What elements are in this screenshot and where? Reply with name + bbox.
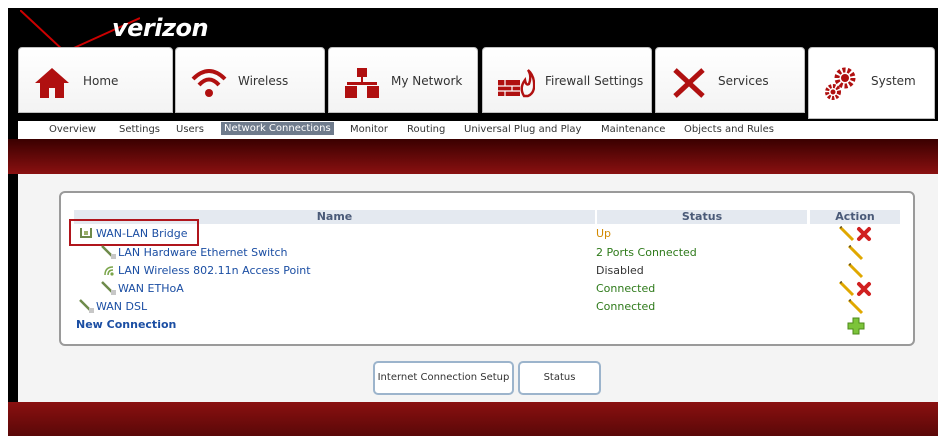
- footer-band: [8, 402, 938, 436]
- ethernet-cable-icon: [101, 245, 116, 259]
- subtab-settings[interactable]: Settings: [119, 124, 160, 135]
- header-band: [8, 139, 938, 174]
- verizon-logo: verizon: [112, 14, 209, 42]
- status-wan-dsl: Connected: [596, 300, 656, 313]
- ethernet-cable-icon: [79, 299, 94, 313]
- tab-services-label: Services: [718, 74, 769, 88]
- gears-icon: [825, 67, 856, 100]
- status-wan-ethoa: Connected: [596, 282, 656, 295]
- tab-wireless[interactable]: Wireless: [175, 47, 325, 113]
- delete-x-icon[interactable]: [856, 281, 872, 297]
- status-lan-ethernet-switch: 2 Ports Connected: [596, 246, 697, 259]
- delete-x-icon[interactable]: [856, 226, 872, 242]
- connection-wan-dsl[interactable]: WAN DSL: [96, 300, 147, 313]
- subtab-monitor[interactable]: Monitor: [350, 124, 388, 135]
- status-wan-lan-bridge: Up: [596, 227, 612, 240]
- connection-lan-ethernet-switch[interactable]: LAN Hardware Ethernet Switch: [118, 246, 288, 259]
- connection-wan-ethoa[interactable]: WAN ETHoA: [118, 282, 184, 295]
- network-icon: [345, 68, 379, 98]
- subtab-maintenance[interactable]: Maintenance: [601, 124, 665, 135]
- subtab-upnp[interactable]: Universal Plug and Play: [464, 124, 581, 135]
- tab-home[interactable]: Home: [18, 47, 173, 113]
- header-status: Status: [597, 210, 807, 224]
- tab-my-network-label: My Network: [391, 74, 463, 88]
- tab-firewall-settings[interactable]: Firewall Settings: [482, 47, 652, 113]
- main-nav: Home Wireless My Network Firewall Settin…: [10, 47, 935, 119]
- edit-pencil-icon[interactable]: [838, 280, 856, 298]
- ethernet-cable-icon: [101, 281, 116, 295]
- subtab-users[interactable]: Users: [176, 124, 204, 135]
- tab-services[interactable]: Services: [655, 47, 805, 113]
- edit-pencil-icon[interactable]: [847, 298, 865, 316]
- tab-wireless-label: Wireless: [238, 74, 289, 88]
- edit-pencil-icon[interactable]: [847, 262, 865, 280]
- tab-my-network[interactable]: My Network: [328, 47, 478, 113]
- new-connection-link[interactable]: New Connection: [76, 318, 176, 331]
- tab-system-label: System: [871, 74, 916, 88]
- header-action: Action: [810, 210, 900, 224]
- tab-firewall-settings-label: Firewall Settings: [545, 74, 644, 88]
- connection-lan-wireless-ap[interactable]: LAN Wireless 802.11n Access Point: [118, 264, 311, 277]
- highlight-box: [69, 219, 199, 246]
- add-plus-icon[interactable]: [847, 317, 865, 335]
- firewall-icon: [498, 69, 535, 98]
- internet-connection-setup-button[interactable]: Internet Connection Setup: [373, 361, 514, 395]
- edit-pencil-icon[interactable]: [847, 244, 865, 262]
- tab-home-label: Home: [83, 74, 119, 88]
- edit-pencil-icon[interactable]: [838, 225, 856, 243]
- tools-icon: [673, 68, 705, 98]
- status-button[interactable]: Status: [518, 361, 601, 395]
- status-lan-wireless-ap: Disabled: [596, 264, 644, 277]
- tab-system[interactable]: System: [808, 47, 935, 119]
- sub-nav: Overview Settings Users Network Connecti…: [18, 121, 938, 139]
- subtab-network-connections[interactable]: Network Connections: [221, 122, 334, 135]
- subtab-objects-and-rules[interactable]: Objects and Rules: [684, 124, 774, 135]
- wireless-icon: [191, 69, 227, 97]
- subtab-overview[interactable]: Overview: [49, 124, 96, 135]
- home-icon: [35, 68, 69, 98]
- wireless-ap-icon: [104, 266, 114, 276]
- subtab-routing[interactable]: Routing: [407, 124, 445, 135]
